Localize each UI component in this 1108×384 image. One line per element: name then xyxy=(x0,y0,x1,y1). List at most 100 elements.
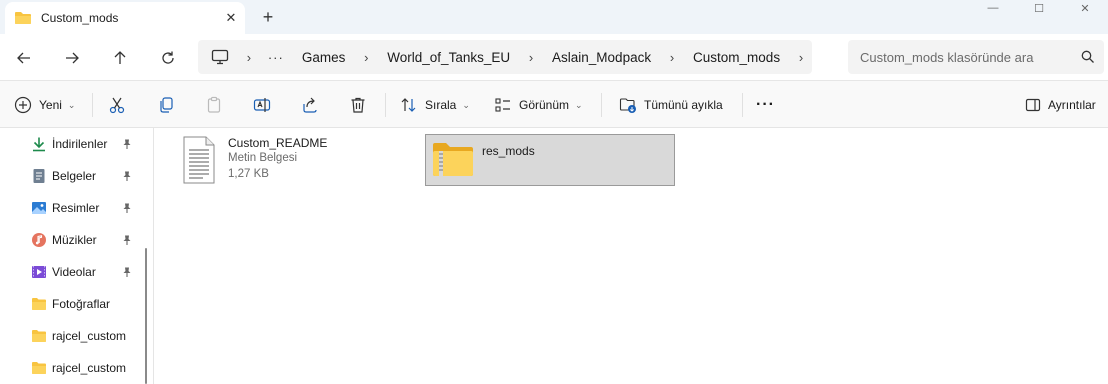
sidebar-item-pictures[interactable]: Resimler xyxy=(0,194,140,222)
breadcrumb-custom-mods[interactable]: Custom_mods xyxy=(683,50,790,65)
search-icon[interactable] xyxy=(1072,50,1104,64)
file-size: 1,27 KB xyxy=(228,168,269,180)
sidebar-item-label: Resimler xyxy=(52,201,100,215)
sidebar-item-videos[interactable]: Videolar xyxy=(0,258,140,286)
search-box[interactable]: Custom_mods klasöründe ara xyxy=(848,40,1104,74)
file-list: Custom_README Metin Belgesi 1,27 KB res_… xyxy=(155,128,1108,384)
address-bar[interactable]: › ··· Games › World_of_Tanks_EU › Aslain… xyxy=(198,40,812,74)
videos-icon xyxy=(32,266,46,278)
details-pane-icon xyxy=(1025,98,1041,112)
up-button[interactable] xyxy=(104,42,136,74)
file-name: Custom_README xyxy=(228,136,328,150)
arrow-up-icon xyxy=(114,51,126,64)
navigation-pane: İndirilenler Belgeler Resimler Müzikler … xyxy=(0,128,154,384)
sidebar-item-downloads[interactable]: İndirilenler xyxy=(0,130,140,158)
music-icon xyxy=(32,233,46,247)
extract-folder-icon xyxy=(619,98,636,113)
breadcrumb-separator[interactable]: › xyxy=(520,50,542,65)
view-button[interactable]: Görünüm ⌄ xyxy=(494,90,583,120)
arrow-left-icon xyxy=(17,52,30,64)
extract-all-button[interactable]: Tümünü ayıkla xyxy=(619,90,723,120)
close-tab-icon[interactable]: ✕ xyxy=(217,6,245,30)
copy-button[interactable] xyxy=(157,90,175,120)
sidebar-item-music[interactable]: Müzikler xyxy=(0,226,140,254)
folder-icon xyxy=(15,12,31,24)
back-button[interactable] xyxy=(8,42,40,74)
pin-icon[interactable] xyxy=(121,138,133,150)
chevron-down-icon: ⌄ xyxy=(575,99,583,110)
divider xyxy=(92,93,93,117)
rename-button[interactable] xyxy=(253,90,271,120)
sidebar-item-label: Müzikler xyxy=(52,233,97,247)
sidebar-item-rajcel-custom-2[interactable]: rajcel_custom xyxy=(0,354,140,382)
pin-icon[interactable] xyxy=(121,234,133,246)
refresh-button[interactable] xyxy=(152,42,184,74)
cut-button[interactable] xyxy=(108,90,126,120)
tab-custom-mods[interactable]: Custom_mods ✕ xyxy=(5,2,245,34)
breadcrumb-separator[interactable]: › xyxy=(238,50,260,65)
details-button[interactable]: Ayrıntılar xyxy=(1025,90,1096,120)
chevron-down-icon: ⌄ xyxy=(67,99,76,110)
folder-icon xyxy=(32,362,46,374)
file-item-custom-readme[interactable]: Custom_README Metin Belgesi 1,27 KB xyxy=(175,134,425,186)
file-type: Metin Belgesi xyxy=(228,152,298,164)
sort-button-label: Sırala xyxy=(425,98,457,112)
folder-icon xyxy=(32,298,46,310)
pin-icon[interactable] xyxy=(121,202,133,214)
folder-icon xyxy=(32,330,46,342)
pin-icon[interactable] xyxy=(121,170,133,182)
sidebar-item-rajcel-custom[interactable]: rajcel_custom xyxy=(0,322,140,350)
pin-icon[interactable] xyxy=(121,266,133,278)
breadcrumb-separator[interactable]: › xyxy=(661,50,683,65)
trash-icon xyxy=(351,97,365,113)
sidebar-scrollbar[interactable] xyxy=(145,248,147,384)
breadcrumb-overflow[interactable]: ··· xyxy=(260,50,292,65)
command-bar: Yeni ⌄ Sırala ⌄ Görünüm ⌄ Tümünü ayıkla … xyxy=(0,80,1108,128)
sidebar-item-label: İndirilenler xyxy=(52,137,108,151)
new-button[interactable]: Yeni ⌄ xyxy=(14,90,75,120)
sidebar-item-label: Videolar xyxy=(52,265,96,279)
sidebar-item-photos[interactable]: Fotoğraflar xyxy=(0,290,140,318)
breadcrumb-world-of-tanks-eu[interactable]: World_of_Tanks_EU xyxy=(377,50,520,65)
clipboard-icon xyxy=(207,96,221,113)
scissors-icon xyxy=(109,97,125,114)
view-button-label: Görünüm xyxy=(519,98,570,112)
more-options-button[interactable]: ··· xyxy=(756,90,775,120)
share-button[interactable] xyxy=(301,90,319,120)
paste-button xyxy=(205,90,223,120)
forward-button[interactable] xyxy=(56,42,88,74)
sidebar-item-label: rajcel_custom xyxy=(52,329,127,343)
tab-title: Custom_mods xyxy=(41,11,119,25)
breadcrumb-separator[interactable]: › xyxy=(355,50,377,65)
extract-all-label: Tümünü ayıkla xyxy=(644,98,723,112)
refresh-icon xyxy=(162,51,174,64)
sidebar-item-label: rajcel_custom xyxy=(52,361,127,375)
search-input[interactable]: Custom_mods klasöründe ara xyxy=(860,50,1072,65)
computer-icon[interactable] xyxy=(202,49,238,65)
tab-strip: Custom_mods ✕ + — ☐ ✕ xyxy=(0,0,1108,34)
documents-icon xyxy=(33,169,45,183)
breadcrumb-games[interactable]: Games xyxy=(292,50,356,65)
copy-icon xyxy=(160,97,173,113)
maximize-button[interactable]: ☐ xyxy=(1016,0,1062,16)
breadcrumb-separator[interactable]: › xyxy=(790,50,812,65)
new-tab-button[interactable]: + xyxy=(254,4,282,30)
sort-button[interactable]: Sırala ⌄ xyxy=(400,90,470,120)
file-name: res_mods xyxy=(482,144,535,158)
sidebar-item-documents[interactable]: Belgeler xyxy=(0,162,140,190)
minimize-button[interactable]: — xyxy=(970,0,1016,16)
text-document-icon xyxy=(183,136,215,184)
chevron-down-icon: ⌄ xyxy=(462,99,470,110)
view-list-icon xyxy=(495,98,510,112)
file-item-res-mods[interactable]: res_mods xyxy=(425,134,675,186)
navigation-row: › ··· Games › World_of_Tanks_EU › Aslain… xyxy=(0,34,1108,80)
more-options-icon: ··· xyxy=(756,96,775,113)
delete-button[interactable] xyxy=(349,90,367,120)
close-window-button[interactable]: ✕ xyxy=(1062,0,1108,16)
breadcrumb-aslain-modpack[interactable]: Aslain_Modpack xyxy=(542,50,661,65)
sidebar-item-label: Fotoğraflar xyxy=(52,297,111,311)
pictures-icon xyxy=(32,202,46,214)
zip-folder-icon xyxy=(433,143,473,176)
rename-icon xyxy=(253,98,271,112)
sidebar-item-label: Belgeler xyxy=(52,169,97,183)
